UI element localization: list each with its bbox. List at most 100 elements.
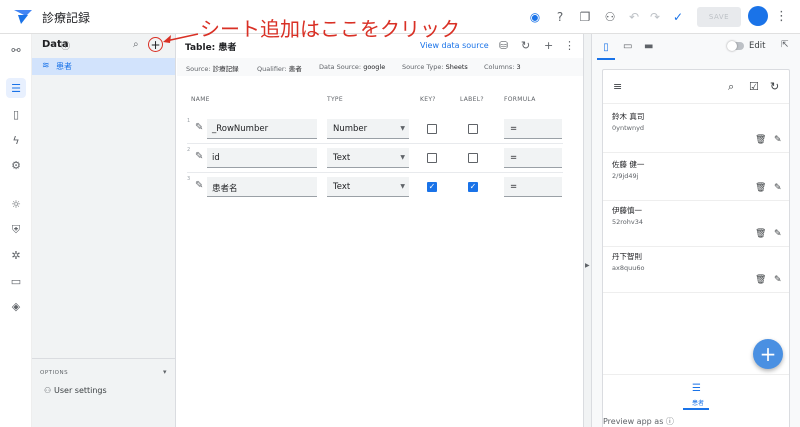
key-checkbox[interactable]	[427, 124, 437, 134]
more-vert-icon[interactable]: ⋮	[775, 9, 788, 24]
key-checkbox[interactable]	[427, 153, 437, 163]
redo-icon[interactable]: ↷	[647, 9, 663, 25]
col-header-name: NAME	[191, 96, 210, 103]
edit-pencil-icon[interactable]: ✎	[195, 180, 203, 191]
col-header-key: KEY?	[420, 96, 436, 103]
add-column-icon[interactable]: +	[544, 39, 553, 52]
label-checkbox[interactable]	[468, 153, 478, 163]
security-icon[interactable]: ⛨	[6, 220, 26, 240]
table-editor: Table: 患者 View data source ⛁ ↻ + ⋮ Sourc…	[177, 34, 583, 427]
refresh-icon[interactable]: ↻	[521, 39, 530, 52]
formula-field[interactable]: =	[504, 148, 562, 168]
avatar[interactable]	[748, 6, 768, 26]
edit-icon[interactable]: ✎	[774, 229, 782, 239]
column-name-field[interactable]: 患者名	[207, 177, 317, 197]
record-card[interactable]: 丹下智則 ax8quu6o 🗑 ✎	[603, 246, 789, 293]
column-type-select[interactable]: Number ▼	[327, 119, 409, 139]
delete-icon[interactable]: 🗑	[755, 275, 766, 285]
formula-field[interactable]: =	[504, 177, 562, 197]
source-info: Source: 診療記録	[186, 65, 239, 73]
row-number: 3	[187, 176, 191, 182]
appsheet-logo[interactable]	[13, 7, 33, 27]
user-settings-link[interactable]: User settings	[54, 386, 107, 395]
more-vert-icon[interactable]: ⋮	[564, 39, 575, 52]
column-name-field[interactable]: _RowNumber	[207, 119, 317, 139]
sort-icon[interactable]: ≡	[613, 80, 622, 93]
record-card[interactable]: 鈴木 真司 0yntwnyd 🗑 ✎	[603, 106, 789, 153]
edit-icon[interactable]: ✎	[774, 275, 782, 285]
add-record-fab[interactable]: +	[753, 339, 783, 369]
bots-icon[interactable]: ⚙	[6, 155, 26, 175]
row-divider	[187, 143, 563, 144]
edit-pencil-icon[interactable]: ✎	[195, 151, 203, 162]
tablet-view-icon[interactable]: ▭	[623, 41, 632, 52]
column-type-select[interactable]: Text ▼	[327, 148, 409, 168]
chevron-down-icon[interactable]: ▾	[163, 368, 167, 376]
left-rail: ⚯ ☰ ▯ ϟ ⚙ ☼ ⛨ ✲ ▭ ◈	[0, 34, 32, 427]
edit-toggle[interactable]	[727, 41, 744, 51]
record-card[interactable]: 佐藤 健一 2/9jd49j 🗑 ✎	[603, 154, 789, 201]
mobile-view-icon[interactable]: ▯	[597, 36, 615, 60]
save-button[interactable]: SAVE	[697, 7, 741, 27]
views-icon[interactable]: ▯	[6, 104, 26, 124]
share-add-user-icon[interactable]: ⚇	[602, 9, 618, 25]
intelligence-icon[interactable]: ☼	[6, 194, 26, 214]
preview-app-as[interactable]: Preview app as ⓘ	[603, 416, 674, 427]
edit-pencil-icon[interactable]: ✎	[195, 122, 203, 133]
column-name-field[interactable]: id	[207, 148, 317, 168]
monitor-icon[interactable]: ▭	[6, 271, 26, 291]
learn-icon[interactable]: ◈	[6, 296, 26, 316]
table-item-label: 患者	[56, 62, 72, 71]
preview-panel: ▯ ▭ ▬ Edit ⇱ ≡ ⌕ ☑ ↻ 鈴木 真司 0yntwnyd 🗑 ✎ …	[592, 34, 800, 427]
data-icon[interactable]: ☰	[6, 78, 26, 98]
delete-icon[interactable]: 🗑	[755, 229, 766, 239]
list-icon[interactable]: ☰	[692, 383, 701, 394]
record-name: 丹下智則	[612, 252, 642, 261]
divider	[32, 358, 175, 359]
desktop-view-icon[interactable]: ▬	[644, 41, 653, 52]
sync-icon[interactable]: ↻	[770, 80, 779, 93]
column-type-select[interactable]: Text ▼	[327, 177, 409, 197]
actions-icon[interactable]: ϟ	[6, 130, 26, 150]
qualifier-info: Qualifier: 患者	[257, 65, 302, 73]
bottom-nav-label[interactable]: 患者	[692, 398, 704, 407]
view-data-source-link[interactable]: View data source	[420, 41, 489, 50]
record-card[interactable]: 伊藤慎一 52rohv34 🗑 ✎	[603, 200, 789, 247]
preview-eye-icon[interactable]: ◉	[527, 9, 543, 25]
key-checkbox[interactable]: ✓	[427, 182, 437, 192]
chevron-right-icon[interactable]: ▶	[585, 262, 590, 269]
edit-label: Edit	[749, 41, 766, 51]
search-icon[interactable]: ⌕	[728, 80, 734, 94]
record-id: 2/9jd49j	[612, 172, 639, 180]
check-icon[interactable]: ✓	[670, 9, 686, 25]
dropdown-caret-icon: ▼	[400, 125, 405, 132]
label-checkbox[interactable]	[468, 124, 478, 134]
select-checkbox-icon[interactable]: ☑	[749, 80, 759, 93]
help-icon[interactable]: ?	[552, 9, 568, 25]
row-divider	[187, 172, 563, 173]
record-name: 鈴木 真司	[612, 112, 645, 121]
table-item-patients[interactable]: ≋ 患者	[32, 58, 175, 75]
data-panel: Data ⓘ ⌕ + ≋ 患者 OPTIONS ▾ ⚇ User setting…	[32, 34, 176, 427]
edit-icon[interactable]: ✎	[774, 135, 782, 145]
col-header-type: TYPE	[327, 96, 343, 103]
label-checkbox[interactable]: ✓	[468, 182, 478, 192]
info-icon[interactable]: ⓘ	[61, 39, 70, 52]
edit-icon[interactable]: ✎	[774, 183, 782, 193]
delete-icon[interactable]: 🗑	[755, 183, 766, 193]
delete-icon[interactable]: 🗑	[755, 135, 766, 145]
search-icon[interactable]: ⌕	[133, 39, 139, 50]
source-info-bar: Source: 診療記録 Qualifier: 患者 Data Source: …	[177, 58, 583, 76]
phone-preview: ≡ ⌕ ☑ ↻ 鈴木 真司 0yntwnyd 🗑 ✎ 佐藤 健一 2/9jd49…	[602, 69, 790, 427]
undo-icon[interactable]: ↶	[626, 9, 642, 25]
regenerate-schema-icon[interactable]: ⛁	[499, 39, 508, 52]
app-title[interactable]: 診療記録	[42, 9, 90, 26]
formula-field[interactable]: =	[504, 119, 562, 139]
automation-icon[interactable]: ⚯	[6, 40, 26, 60]
active-tab-indicator	[683, 408, 709, 410]
settings-icon[interactable]: ✲	[6, 245, 26, 265]
open-in-new-icon[interactable]: ⇱	[781, 40, 789, 50]
copy-app-icon[interactable]: ❐	[577, 9, 593, 25]
record-name: 佐藤 健一	[612, 160, 645, 169]
panel-splitter[interactable]: ▶	[583, 34, 592, 427]
